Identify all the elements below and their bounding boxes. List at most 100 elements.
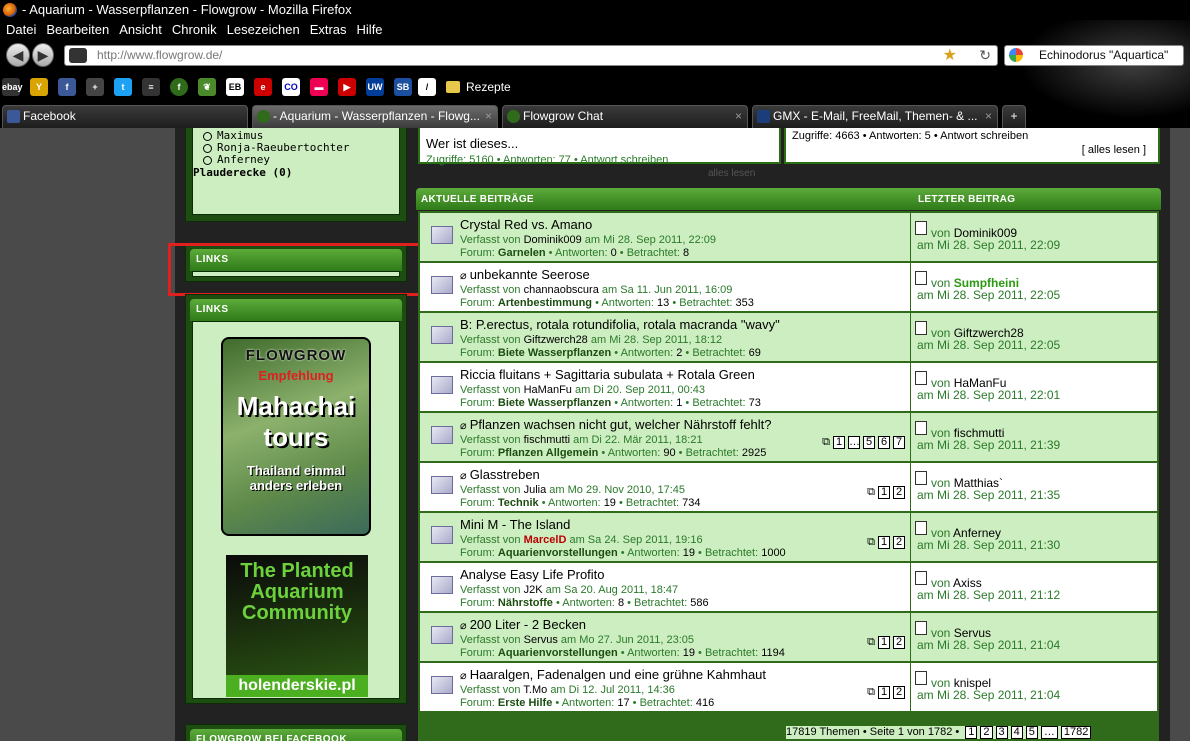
document-icon[interactable] bbox=[915, 421, 927, 435]
topic-author[interactable]: Dominik009 bbox=[524, 234, 582, 246]
menu-ansicht[interactable]: Ansicht bbox=[119, 20, 162, 40]
topic-row[interactable]: ⌀ unbekannte Seerose Verfasst von channao… bbox=[420, 263, 1157, 311]
topic-forum[interactable]: Artenbestimmung bbox=[498, 297, 592, 309]
pagination-page-link[interactable]: 5 bbox=[1025, 726, 1038, 739]
page-link[interactable]: 6 bbox=[878, 436, 890, 449]
google-icon[interactable] bbox=[1009, 48, 1023, 62]
bookmark-folder-rezepte[interactable]: Rezepte bbox=[446, 80, 511, 94]
page-link[interactable]: 1 bbox=[878, 486, 890, 499]
topic-row[interactable]: Crystal Red vs. Amano Verfasst von Domini… bbox=[420, 213, 1157, 261]
bookmark-flag-icon[interactable]: ▬ bbox=[310, 78, 328, 96]
topic-author[interactable]: MarcelD bbox=[524, 534, 567, 546]
document-icon[interactable] bbox=[915, 671, 927, 685]
close-tab-icon[interactable]: × bbox=[985, 106, 992, 127]
site-identity-icon[interactable] bbox=[69, 48, 87, 63]
alles-lesen-link[interactable]: alles lesen bbox=[708, 168, 755, 179]
topic-author[interactable]: HaManFu bbox=[524, 384, 572, 396]
menu-hilfe[interactable]: Hilfe bbox=[357, 20, 383, 40]
reload-icon[interactable]: ↻ bbox=[979, 46, 991, 65]
topic-forum[interactable]: Biete Wasserpflanzen bbox=[498, 397, 611, 409]
mahachai-tours-ad[interactable]: FLOWGROW Empfehlung Mahachai tours Thail… bbox=[221, 337, 371, 536]
topic-author[interactable]: T.Mo bbox=[523, 684, 547, 696]
page-link[interactable]: 7 bbox=[893, 436, 905, 449]
forward-button[interactable]: ▶ bbox=[32, 43, 54, 67]
document-icon[interactable] bbox=[915, 521, 927, 535]
topic-author[interactable]: channaobscura bbox=[524, 284, 599, 296]
page-link[interactable]: 1 bbox=[878, 636, 890, 649]
planted-aquarium-ad[interactable]: The Planted Aquarium Community holenders… bbox=[226, 555, 368, 697]
tab-gmx[interactable]: GMX - E-Mail, FreeMail, Themen- & ... × bbox=[752, 105, 998, 128]
pagination-page-link[interactable]: 3 bbox=[995, 726, 1008, 739]
topic-forum[interactable]: Garnelen bbox=[498, 247, 546, 259]
topic-forum[interactable]: Aquarienvorstellungen bbox=[498, 647, 618, 659]
topic-forum[interactable]: Pflanzen Allgemein bbox=[498, 447, 598, 459]
topic-title[interactable]: ⌀ Haaralgen, Fadenalgen und eine grühne … bbox=[460, 667, 766, 682]
bookmark-ebay-icon[interactable]: ebay bbox=[2, 78, 23, 96]
bookmark-uw-icon[interactable]: UW bbox=[366, 78, 384, 96]
bookmark-twitter-icon[interactable]: t bbox=[114, 78, 132, 96]
page-link[interactable]: … bbox=[848, 436, 860, 449]
menu-datei[interactable]: Datei bbox=[6, 20, 36, 40]
bookmark-star-icon[interactable]: ★ bbox=[943, 46, 957, 65]
pagination-page-link[interactable]: … bbox=[1040, 726, 1058, 739]
new-tab-button[interactable]: + bbox=[1002, 105, 1026, 128]
topic-title[interactable]: Analyse Easy Life Profito bbox=[460, 567, 605, 582]
document-icon[interactable] bbox=[915, 571, 927, 585]
topic-author[interactable]: Servus bbox=[524, 634, 558, 646]
topic-author[interactable]: J2K bbox=[524, 584, 543, 596]
pagination-page-link[interactable]: 2 bbox=[980, 726, 993, 739]
topic-title[interactable]: ⌀ Pflanzen wachsen nicht gut, welcher Nä… bbox=[460, 417, 772, 432]
plauderecke-label[interactable]: Plauderecke (0) bbox=[193, 166, 399, 179]
back-button[interactable]: ◀ bbox=[6, 43, 30, 67]
bookmark-ebay2-icon[interactable]: e bbox=[254, 78, 272, 96]
document-icon[interactable] bbox=[915, 271, 927, 285]
tab-facebook[interactable]: Facebook bbox=[2, 105, 248, 128]
topic-row[interactable]: ⌀ Haaralgen, Fadenalgen und eine grühne … bbox=[420, 663, 1157, 711]
topic-row[interactable]: Riccia fluitans + Sagittaria subulata + … bbox=[420, 363, 1157, 411]
document-icon[interactable] bbox=[915, 371, 927, 385]
online-user[interactable]: Anferney bbox=[193, 154, 399, 166]
page-link[interactable]: 1 bbox=[878, 536, 890, 549]
page-link[interactable]: 2 bbox=[893, 636, 905, 649]
topic-row[interactable]: B: P.erectus, rotala rotundifolia, rotal… bbox=[420, 313, 1157, 361]
tab-flowgrow-chat[interactable]: Flowgrow Chat × bbox=[502, 105, 748, 128]
bookmark-yahoo-icon[interactable]: Y bbox=[30, 78, 48, 96]
url-bar[interactable]: http://www.flowgrow.de/ ★ ↻ bbox=[64, 45, 998, 66]
topic-forum[interactable]: Biete Wasserpflanzen bbox=[498, 347, 611, 359]
close-tab-icon[interactable]: × bbox=[735, 106, 742, 127]
bookmark-plus-icon[interactable]: + bbox=[86, 78, 104, 96]
topic-preview-title[interactable]: Wer ist dieses... bbox=[426, 136, 518, 151]
page-link[interactable]: 5 bbox=[863, 436, 875, 449]
read-all-link[interactable]: [ alles lesen ] bbox=[1082, 144, 1146, 156]
bookmark-co-icon[interactable]: CO bbox=[282, 78, 300, 96]
page-link[interactable]: 2 bbox=[893, 686, 905, 699]
topic-title[interactable]: Mini M - The Island bbox=[460, 517, 570, 532]
pagination-page-link[interactable]: 1 bbox=[965, 726, 978, 739]
bookmark-youtube-icon[interactable]: ▶ bbox=[338, 78, 356, 96]
search-bar[interactable]: Echinodorus "Aquartica" bbox=[1004, 45, 1184, 66]
topic-row[interactable]: ⌀ 200 Liter - 2 Becken Verfasst von Servu… bbox=[420, 613, 1157, 661]
bookmark-eb-icon[interactable]: EB bbox=[226, 78, 244, 96]
bookmark-chat-icon[interactable]: ≡ bbox=[142, 78, 160, 96]
menu-extras[interactable]: Extras bbox=[310, 20, 347, 40]
close-tab-icon[interactable]: × bbox=[485, 106, 492, 127]
pagination-page-link[interactable]: 4 bbox=[1010, 726, 1023, 739]
topic-title[interactable]: ⌀ Glasstreben bbox=[460, 467, 540, 482]
menu-chronik[interactable]: Chronik bbox=[172, 20, 217, 40]
topic-row[interactable]: Mini M - The Island Verfasst von MarcelD … bbox=[420, 513, 1157, 561]
page-link[interactable]: 2 bbox=[893, 536, 905, 549]
bookmark-facebook-icon[interactable]: f bbox=[58, 78, 76, 96]
tab-flowgrow-active[interactable]: - Aquarium - Wasserpflanzen - Flowg... × bbox=[252, 105, 498, 128]
pagination-page-link[interactable]: 1782 bbox=[1060, 726, 1092, 739]
topic-author[interactable]: Giftzwerch28 bbox=[524, 334, 588, 346]
page-link[interactable]: 1 bbox=[878, 686, 890, 699]
menu-bearbeiten[interactable]: Bearbeiten bbox=[46, 20, 109, 40]
bookmark-leaf-icon[interactable]: ❦ bbox=[198, 78, 216, 96]
topic-author[interactable]: fischmutti bbox=[524, 434, 570, 446]
bookmark-sb-icon[interactable]: SB bbox=[394, 78, 412, 96]
topic-title[interactable]: Riccia fluitans + Sagittaria subulata + … bbox=[460, 367, 755, 382]
topic-row[interactable]: ⌀ Glasstreben Verfasst von Julia am Mo 29… bbox=[420, 463, 1157, 511]
topic-row[interactable]: ⌀ Pflanzen wachsen nicht gut, welcher Nä… bbox=[420, 413, 1157, 461]
topic-title[interactable]: Crystal Red vs. Amano bbox=[460, 217, 592, 232]
document-icon[interactable] bbox=[915, 321, 927, 335]
